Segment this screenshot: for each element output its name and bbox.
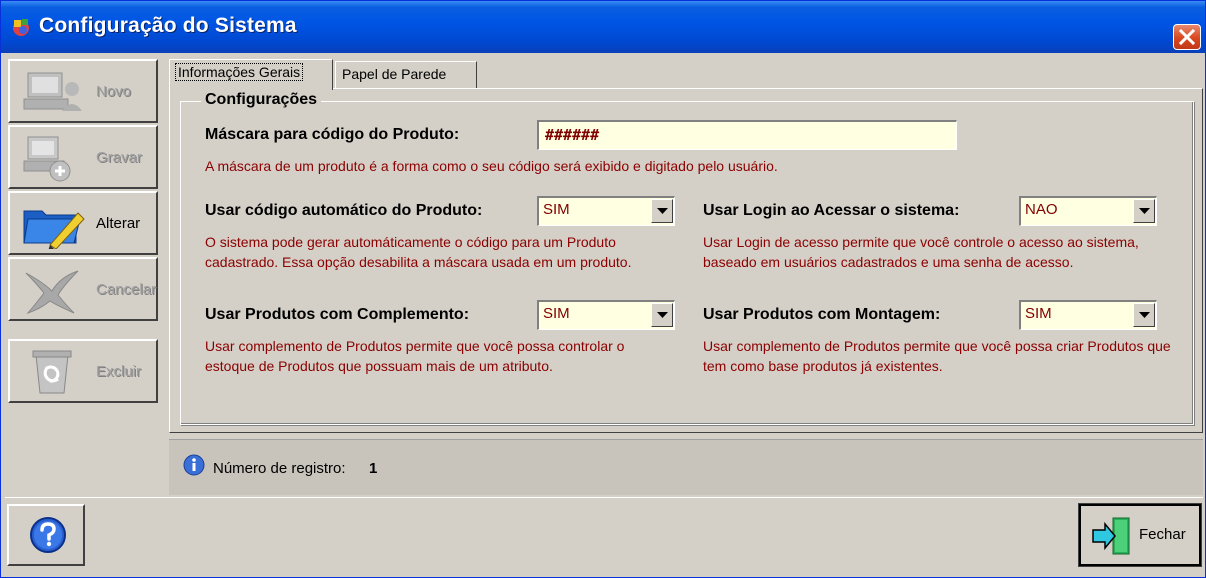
- settings-group: Configurações Máscara para código do Pro…: [180, 91, 1194, 425]
- close-icon: [1178, 28, 1196, 46]
- edit-button[interactable]: Alterar: [8, 191, 158, 255]
- cancel-button[interactable]: Cancelar: [8, 257, 158, 321]
- auto-code-select[interactable]: SIM: [537, 196, 675, 226]
- dropdown-arrow[interactable]: [1133, 303, 1155, 327]
- mask-input[interactable]: ######: [537, 120, 957, 150]
- help-icon: [30, 517, 66, 553]
- window-title: Configuração do Sistema: [39, 14, 297, 37]
- edit-button-label: Alterar: [96, 215, 141, 232]
- title-bar[interactable]: Configuração do Sistema: [1, 1, 1205, 53]
- login-label: Usar Login ao Acessar o sistema:: [703, 202, 960, 219]
- delete-button[interactable]: Excluir: [8, 339, 158, 403]
- app-icon: [13, 19, 29, 36]
- recycle-bin-icon: [32, 350, 72, 394]
- close-button[interactable]: Fechar: [1078, 503, 1202, 567]
- help-button[interactable]: [7, 504, 85, 566]
- group-title: Configurações: [201, 91, 322, 109]
- exit-door-icon: [1092, 517, 1130, 555]
- close-button-label: Fechar: [1139, 526, 1186, 543]
- dropdown-arrow[interactable]: [1133, 199, 1155, 223]
- folder-edit-icon: [23, 210, 85, 249]
- mask-label: Máscara para código do Produto:: [205, 126, 460, 143]
- new-button-label: Novo: [96, 83, 132, 100]
- login-select[interactable]: NAO: [1019, 196, 1157, 226]
- new-button[interactable]: Novo: [8, 59, 158, 123]
- delete-button-label: Excluir: [96, 363, 142, 380]
- login-description: Usar Login de acesso permite que você co…: [703, 234, 1139, 270]
- assembly-select[interactable]: SIM: [1019, 300, 1157, 330]
- complement-label: Usar Produtos com Complemento:: [205, 306, 470, 323]
- auto-code-description: O sistema pode gerar automáticamente o c…: [205, 234, 632, 270]
- dropdown-arrow[interactable]: [651, 303, 673, 327]
- mask-description: A máscara de um produto é a forma como o…: [205, 158, 778, 174]
- chevron-down-icon: [657, 208, 668, 214]
- tab-panel: Configurações Máscara para código do Pro…: [169, 88, 1203, 433]
- assembly-description: Usar complemento de Produtos permite que…: [703, 338, 1171, 374]
- chevron-down-icon: [1139, 312, 1150, 318]
- client-area: Novo Gravar Alterar Cancelar Excluir Inf…: [5, 57, 1203, 575]
- save-button[interactable]: Gravar: [8, 125, 158, 189]
- record-number-label: Número de registro:: [213, 460, 346, 477]
- save-computer-icon: [23, 136, 71, 182]
- chevron-down-icon: [1139, 208, 1150, 214]
- cancel-x-icon: [25, 270, 79, 315]
- sidebar: Novo Gravar Alterar Cancelar Excluir: [5, 57, 161, 497]
- status-bar: Número de registro: 1: [169, 439, 1203, 495]
- info-icon: [183, 454, 205, 476]
- tab-wallpaper[interactable]: Papel de Parede: [335, 61, 477, 89]
- assembly-label: Usar Produtos com Montagem:: [703, 306, 941, 323]
- save-button-label: Gravar: [96, 149, 142, 166]
- computer-user-icon: [23, 72, 82, 111]
- complement-description: Usar complemento de Produtos permite que…: [205, 338, 625, 374]
- dropdown-arrow[interactable]: [651, 199, 673, 223]
- chevron-down-icon: [657, 312, 668, 318]
- footer-bar: Fechar: [5, 497, 1203, 575]
- cancel-button-label: Cancelar: [96, 281, 157, 298]
- auto-code-label: Usar código automático do Produto:: [205, 202, 483, 219]
- complement-select[interactable]: SIM: [537, 300, 675, 330]
- record-number-value: 1: [369, 460, 378, 477]
- tab-general-info[interactable]: Informações Gerais: [169, 59, 333, 90]
- window-close-button[interactable]: [1173, 24, 1201, 50]
- configuration-window: Configuração do Sistema Novo Gravar Alte…: [0, 0, 1206, 578]
